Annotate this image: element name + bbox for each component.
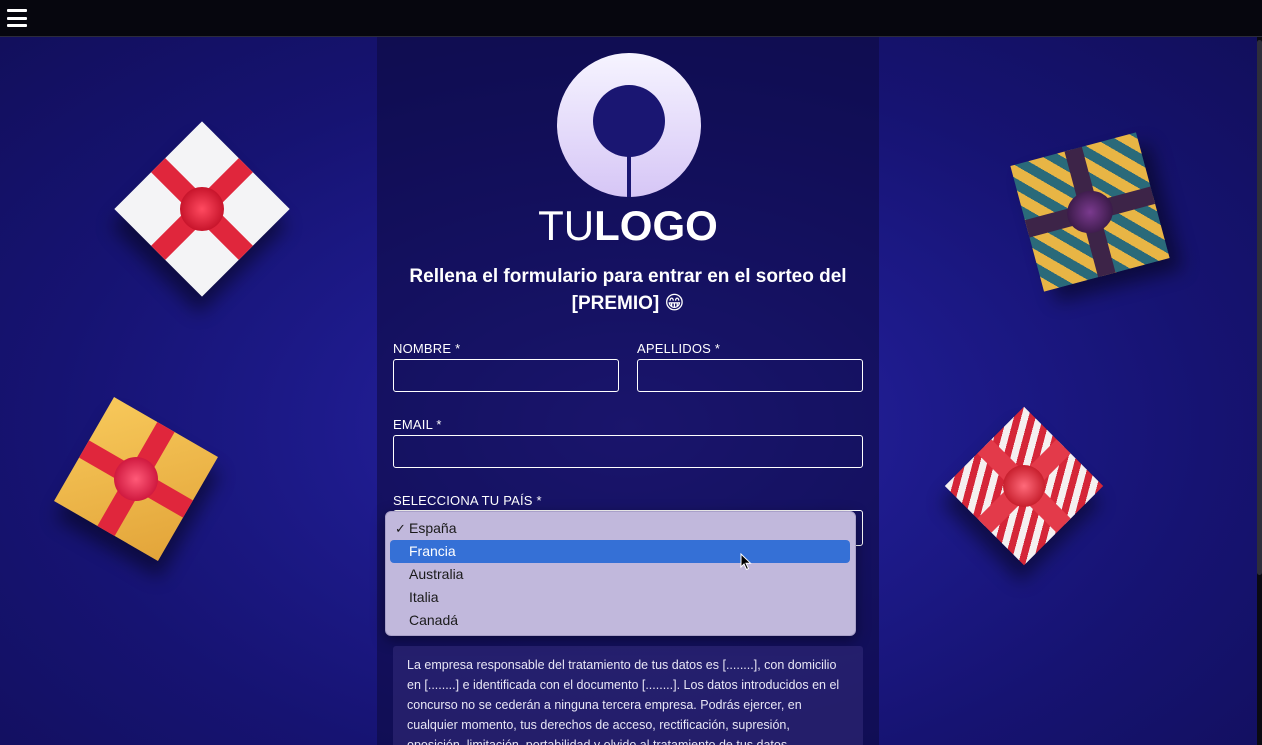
apellidos-input[interactable] [637, 359, 863, 392]
gift-box-candy-stripe-icon [944, 406, 1104, 566]
hamburger-line [7, 16, 27, 20]
scrollbar-thumb[interactable] [1257, 40, 1262, 575]
hamburger-menu-icon[interactable] [7, 9, 27, 27]
email-label: EMAIL * [393, 417, 442, 432]
nombre-label: NOMBRE * [393, 341, 461, 356]
country-option-canada[interactable]: Canadá [390, 609, 850, 632]
gift-box-gold-icon [54, 397, 218, 561]
form-headline: Rellena el formulario para entrar en el … [409, 266, 847, 314]
nombre-input[interactable] [393, 359, 619, 392]
checkmark-icon: ✓ [395, 521, 406, 536]
legal-notice: La empresa responsable del tratamiento d… [393, 646, 863, 745]
country-option-francia[interactable]: Francia [390, 540, 850, 563]
gift-box-white-icon [114, 121, 290, 297]
top-bar [0, 0, 1262, 37]
country-option-australia[interactable]: Australia [390, 563, 850, 586]
email-input[interactable] [393, 435, 863, 468]
logo-text-light: TU [538, 202, 595, 249]
hamburger-line [7, 9, 27, 12]
option-label: España [409, 520, 457, 536]
hamburger-line [7, 24, 27, 27]
legal-text: La empresa responsable del tratamiento d… [407, 658, 840, 745]
country-dropdown-menu: ✓ España Francia Australia Italia Canadá [385, 511, 856, 636]
country-label: SELECCIONA TU PAÍS * [393, 493, 542, 508]
logo-wordmark: TULOGO [377, 201, 879, 251]
apellidos-label: APELLIDOS * [637, 341, 721, 356]
logo-text-bold: LOGO [594, 202, 718, 249]
country-option-espana[interactable]: ✓ España [390, 517, 850, 540]
gift-box-striped-icon [1010, 132, 1170, 292]
logo-pin-icon [557, 53, 701, 197]
country-option-italia[interactable]: Italia [390, 586, 850, 609]
mouse-pointer-icon [740, 553, 752, 571]
option-label: Australia [409, 566, 464, 582]
option-label: Francia [409, 543, 456, 559]
option-label: Canadá [409, 612, 459, 628]
option-label: Italia [409, 589, 439, 605]
